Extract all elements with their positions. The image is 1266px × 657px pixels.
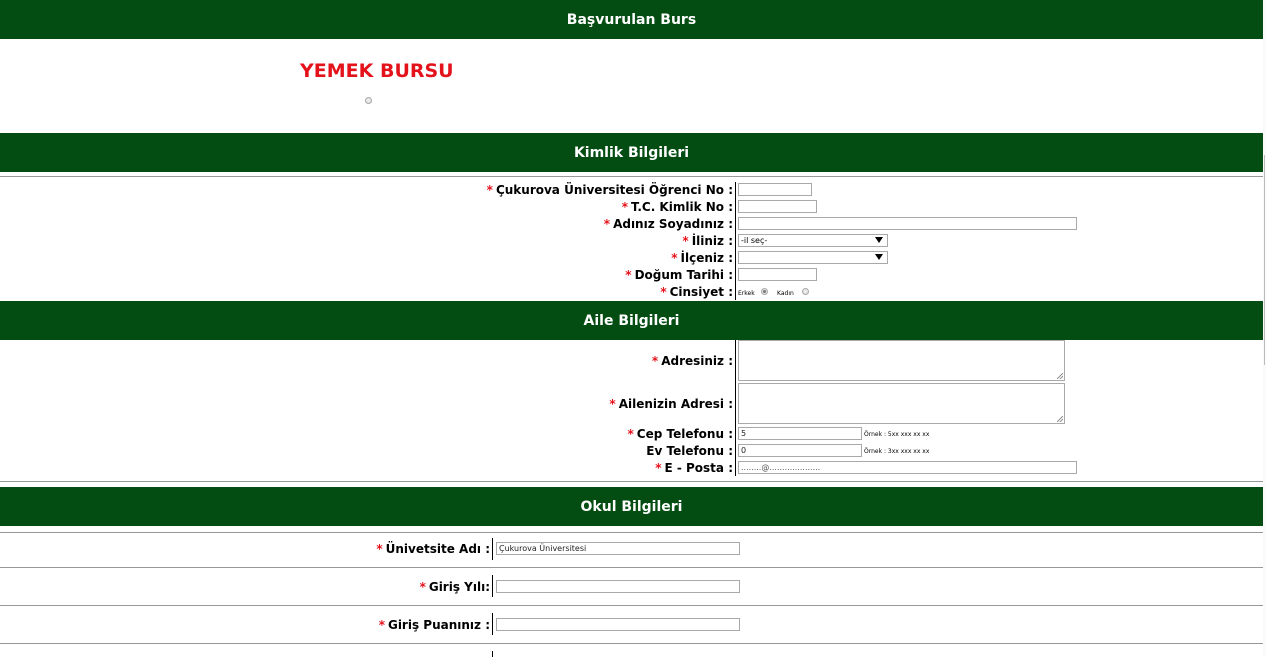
column-divider xyxy=(492,538,493,560)
divider xyxy=(0,567,1263,568)
family-address-textarea[interactable] xyxy=(738,383,1065,424)
entry-score-input[interactable] xyxy=(496,618,740,631)
gender-label: * Cinsiyet : xyxy=(660,285,733,299)
province-select[interactable]: -il seç- xyxy=(738,234,888,247)
tc-no-label: * T.C. Kimlik No : xyxy=(621,200,733,214)
home-phone-hint: Örnek : 3xx xxx xx xx xyxy=(864,448,930,455)
gender-male-label: Erkek xyxy=(738,290,755,297)
divider xyxy=(0,643,1263,644)
mobile-input[interactable]: 5 xyxy=(738,427,862,440)
student-no-label: * Çukurova Üniversitesi Öğrenci No : xyxy=(486,183,733,197)
home-phone-label: *Ev Telefonu : xyxy=(646,444,733,458)
scholarship-radio[interactable] xyxy=(365,97,372,104)
column-divider xyxy=(492,651,493,657)
student-no-input[interactable] xyxy=(738,183,812,196)
tc-no-input[interactable] xyxy=(738,200,817,213)
entry-score-label: * Giriş Puanınız : xyxy=(378,618,490,632)
column-divider xyxy=(492,613,493,635)
entry-year-label: * Giriş Yılı: xyxy=(419,580,490,594)
birth-date-label: * Doğum Tarihi : xyxy=(625,268,733,282)
province-selected-value: -il seç- xyxy=(741,236,768,245)
divider xyxy=(0,481,1263,482)
entry-year-input[interactable] xyxy=(496,580,740,593)
section-header-family: Aile Bilgileri xyxy=(0,301,1263,340)
district-select[interactable] xyxy=(738,251,888,264)
column-divider xyxy=(492,575,493,597)
section-header-identity: Kimlik Bilgileri xyxy=(0,133,1263,172)
gender-female-radio[interactable] xyxy=(802,288,809,295)
column-divider xyxy=(735,340,736,476)
section-header-scholarship: Başvurulan Burs xyxy=(0,0,1263,39)
scrollbar-thumb[interactable] xyxy=(1264,155,1265,365)
divider xyxy=(0,605,1263,606)
home-phone-input[interactable]: 0 xyxy=(738,444,862,457)
divider xyxy=(0,532,1263,533)
section-header-school: Okul Bilgileri xyxy=(0,487,1263,526)
full-name-label: * Adınız Soyadınız : xyxy=(603,217,733,231)
birth-date-input[interactable] xyxy=(738,268,817,281)
chevron-down-icon xyxy=(875,254,883,260)
gender-male-radio[interactable] xyxy=(761,288,768,295)
full-name-input[interactable] xyxy=(738,217,1077,230)
district-label: * İlçeniz : xyxy=(671,251,733,265)
address-label: * Adresiniz : xyxy=(651,354,733,368)
email-input[interactable]: ........@.................... xyxy=(738,461,1077,474)
email-label: * E - Posta : xyxy=(655,461,733,475)
province-label: * İliniz : xyxy=(682,234,733,248)
column-divider xyxy=(735,182,736,300)
mobile-hint: Örnek : 5xx xxx xx xx xyxy=(864,431,930,438)
address-textarea[interactable] xyxy=(738,340,1065,381)
gender-female-label: Kadın xyxy=(777,290,794,297)
scholarship-name: YEMEK BURSU xyxy=(300,60,454,82)
family-address-label: * Ailenizin Adresi : xyxy=(609,397,733,411)
university-label: * Ünivetsite Adı : xyxy=(376,542,490,556)
university-input[interactable]: Çukurova Üniversitesi xyxy=(496,542,740,555)
chevron-down-icon xyxy=(875,237,883,243)
mobile-label: * Cep Telefonu : xyxy=(627,427,733,441)
divider xyxy=(0,176,1263,177)
